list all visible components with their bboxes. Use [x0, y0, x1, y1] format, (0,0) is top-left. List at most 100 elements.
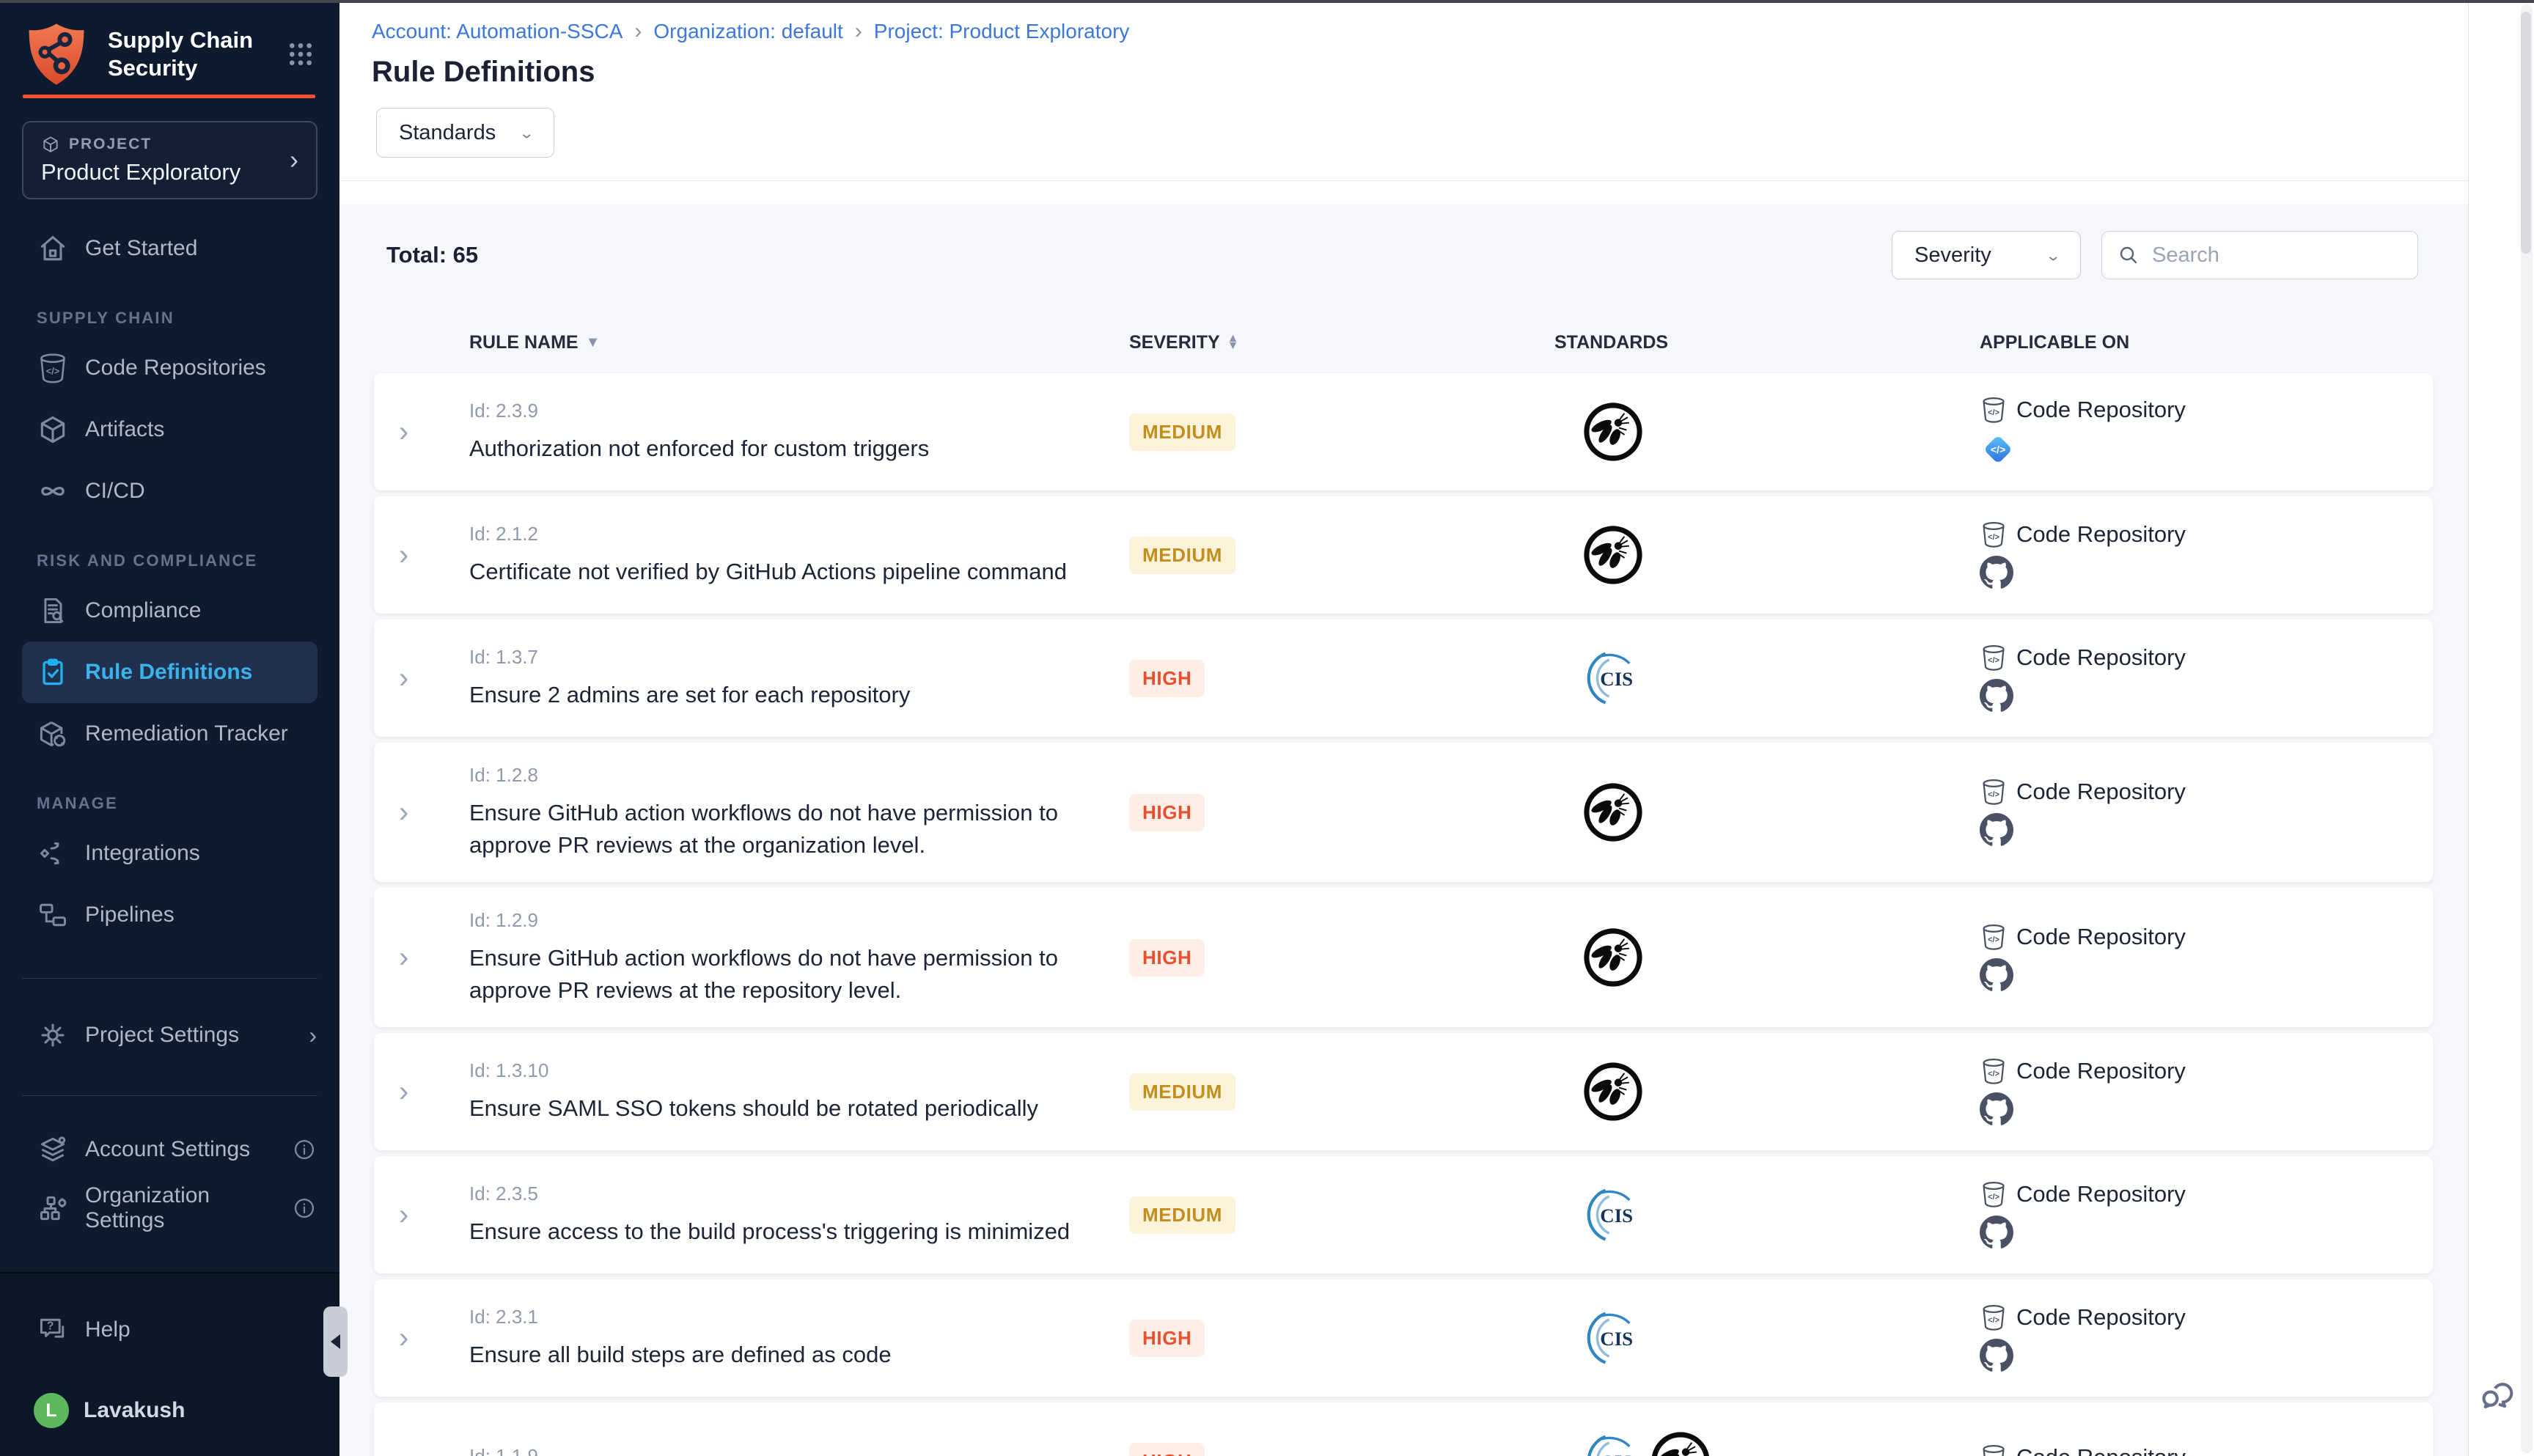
- rule-name: Ensure 2 admins are set for each reposit…: [469, 679, 1114, 710]
- provider-cell: [1980, 679, 2013, 713]
- code-repository-icon: [1980, 778, 2008, 806]
- chevron-down-icon: ⌄: [2045, 246, 2061, 265]
- org-gear-icon: [37, 1192, 69, 1224]
- sidebar-item-project-settings[interactable]: Project Settings ›: [0, 1004, 339, 1066]
- accent-rule: [23, 95, 315, 98]
- applicable-label: Code Repository: [2016, 924, 2186, 950]
- applicable-cell: Code Repository: [1980, 396, 2433, 468]
- severity-filter-dropdown[interactable]: Severity ⌄: [1892, 231, 2081, 279]
- row-expand-chevron-icon[interactable]: ›: [396, 662, 469, 695]
- sidebar-item-label: Code Repositories: [85, 356, 266, 380]
- breadcrumb-account[interactable]: Account: Automation-SSCA: [372, 20, 623, 43]
- sidebar-collapse-handle[interactable]: [323, 1306, 348, 1377]
- github-icon: [1980, 958, 2013, 992]
- code-repository-icon: [1980, 644, 2008, 672]
- sidebar-item-remediation-tracker[interactable]: Remediation Tracker: [0, 703, 339, 765]
- applicable-cell: Code Repository: [1980, 521, 2433, 589]
- breadcrumb-project[interactable]: Project: Product Exploratory: [874, 20, 1130, 43]
- cube-icon: [37, 413, 69, 446]
- toolbar: Standards ⌄: [376, 108, 2468, 158]
- provider-cell: [1980, 431, 2016, 468]
- table-row[interactable]: › Id: 1.1.9 HIGH Code Repository: [374, 1402, 2433, 1456]
- github-icon: [1980, 1216, 2013, 1249]
- sidebar-item-compliance[interactable]: Compliance: [0, 580, 339, 641]
- table-header-row: RULE NAME ▼ SEVERITY ▲▼ STANDARDS APPLIC…: [374, 320, 2433, 364]
- row-expand-chevron-icon[interactable]: ›: [396, 539, 469, 572]
- sidebar-item-label: Rule Definitions: [85, 660, 252, 685]
- breadcrumb: Account: Automation-SSCA › Organization:…: [339, 0, 2468, 44]
- sidebar-item-get-started[interactable]: Get Started: [0, 218, 339, 279]
- table-row[interactable]: › Id: 1.2.9 Ensure GitHub action workflo…: [374, 888, 2433, 1027]
- info-icon[interactable]: [292, 1137, 317, 1162]
- rule-name: Ensure GitHub action workflows do not ha…: [469, 942, 1114, 1006]
- applicable-label: Code Repository: [2016, 397, 2186, 423]
- sidebar-item-cicd[interactable]: CI/CD: [0, 460, 339, 522]
- column-header-severity[interactable]: SEVERITY ▲▼: [1129, 332, 1554, 353]
- document-search-icon: [37, 595, 69, 627]
- sidebar-nav: Get Started SUPPLY CHAIN Code Repositori…: [0, 199, 339, 1456]
- rule-id: Id: 2.3.9: [469, 400, 1129, 422]
- search-input[interactable]: [2152, 243, 2403, 268]
- provider-cell: [1980, 813, 2013, 847]
- rule-id: Id: 2.3.1: [469, 1306, 1129, 1328]
- clipboard-check-icon: [37, 656, 69, 688]
- project-cube-icon: [41, 135, 60, 154]
- sidebar-item-account-settings[interactable]: Account Settings: [0, 1120, 339, 1179]
- row-expand-chevron-icon[interactable]: ›: [396, 1199, 469, 1232]
- standards-cell: [1554, 647, 1980, 709]
- column-header-rule-name[interactable]: RULE NAME ▼: [469, 332, 1129, 353]
- module-grid-icon[interactable]: [286, 40, 315, 69]
- applicable-label: Code Repository: [2016, 1304, 2186, 1331]
- table-row[interactable]: › Id: 2.3.1 Ensure all build steps are d…: [374, 1279, 2433, 1397]
- github-icon: [1980, 813, 2013, 847]
- table-body: › Id: 2.3.9 Authorization not enforced f…: [374, 373, 2433, 1456]
- section-label-manage: MANAGE: [37, 794, 317, 813]
- table-row[interactable]: › Id: 1.2.8 Ensure GitHub action workflo…: [374, 743, 2433, 882]
- sidebar-item-integrations[interactable]: Integrations: [0, 823, 339, 884]
- row-expand-chevron-icon[interactable]: ›: [396, 941, 469, 974]
- row-expand-chevron-icon[interactable]: ›: [396, 416, 469, 449]
- severity-badge: HIGH: [1129, 939, 1205, 977]
- row-expand-chevron-icon[interactable]: ›: [396, 1445, 469, 1456]
- divider: [22, 1095, 317, 1096]
- table-row[interactable]: › Id: 1.3.10 Ensure SAML SSO tokens shou…: [374, 1033, 2433, 1150]
- info-icon[interactable]: [292, 1196, 317, 1221]
- support-chat-icon[interactable]: [2477, 1375, 2515, 1413]
- sidebar-item-artifacts[interactable]: Artifacts: [0, 399, 339, 460]
- rule-id: Id: 2.1.2: [469, 523, 1129, 545]
- breadcrumb-organization[interactable]: Organization: default: [653, 20, 842, 43]
- rule-id: Id: 1.1.9: [469, 1445, 1129, 1456]
- sidebar-item-help[interactable]: Help: [0, 1299, 339, 1361]
- row-expand-chevron-icon[interactable]: ›: [396, 796, 469, 829]
- table-row[interactable]: › Id: 2.3.9 Authorization not enforced f…: [374, 373, 2433, 490]
- owasp-icon: [1648, 1429, 1713, 1456]
- applicable-cell: Code Repository: [1980, 644, 2433, 713]
- sidebar-item-label: Pipelines: [85, 902, 175, 927]
- table-row[interactable]: › Id: 1.3.7 Ensure 2 admins are set for …: [374, 619, 2433, 737]
- total-count: Total: 65: [386, 242, 478, 268]
- row-expand-chevron-icon[interactable]: ›: [396, 1076, 469, 1108]
- column-header-standards: STANDARDS: [1554, 332, 1980, 353]
- scrollbar-thumb[interactable]: [2521, 12, 2531, 254]
- sidebar-item-organization-settings[interactable]: Organization Settings: [0, 1179, 339, 1238]
- row-expand-chevron-icon[interactable]: ›: [396, 1322, 469, 1355]
- search-box: [2101, 231, 2418, 279]
- project-selector[interactable]: PROJECT Product Exploratory ›: [22, 121, 317, 199]
- user-menu[interactable]: L Lavakush: [0, 1380, 339, 1441]
- right-gutter: [2468, 0, 2534, 1456]
- sidebar-item-rule-definitions[interactable]: Rule Definitions: [22, 641, 317, 703]
- harness-code-icon: [1980, 431, 2016, 468]
- standards-dropdown[interactable]: Standards ⌄: [376, 108, 554, 158]
- scrollbar-track[interactable]: [2521, 4, 2533, 1453]
- table-row[interactable]: › Id: 2.3.5 Ensure access to the build p…: [374, 1156, 2433, 1273]
- sidebar-item-pipelines[interactable]: Pipelines: [0, 884, 339, 946]
- rule-name: Authorization not enforced for custom tr…: [469, 433, 1114, 464]
- cis-icon: [1581, 1307, 1642, 1369]
- rule-name: Ensure GitHub action workflows do not ha…: [469, 797, 1114, 861]
- breadcrumb-separator: ›: [855, 19, 862, 44]
- sidebar-item-code-repositories[interactable]: Code Repositories: [0, 337, 339, 399]
- sidebar-item-label: Artifacts: [85, 417, 164, 442]
- table-row[interactable]: › Id: 2.1.2 Certificate not verified by …: [374, 496, 2433, 614]
- applicable-cell: Code Repository: [1980, 778, 2433, 847]
- sidebar-item-label: Get Started: [85, 236, 197, 261]
